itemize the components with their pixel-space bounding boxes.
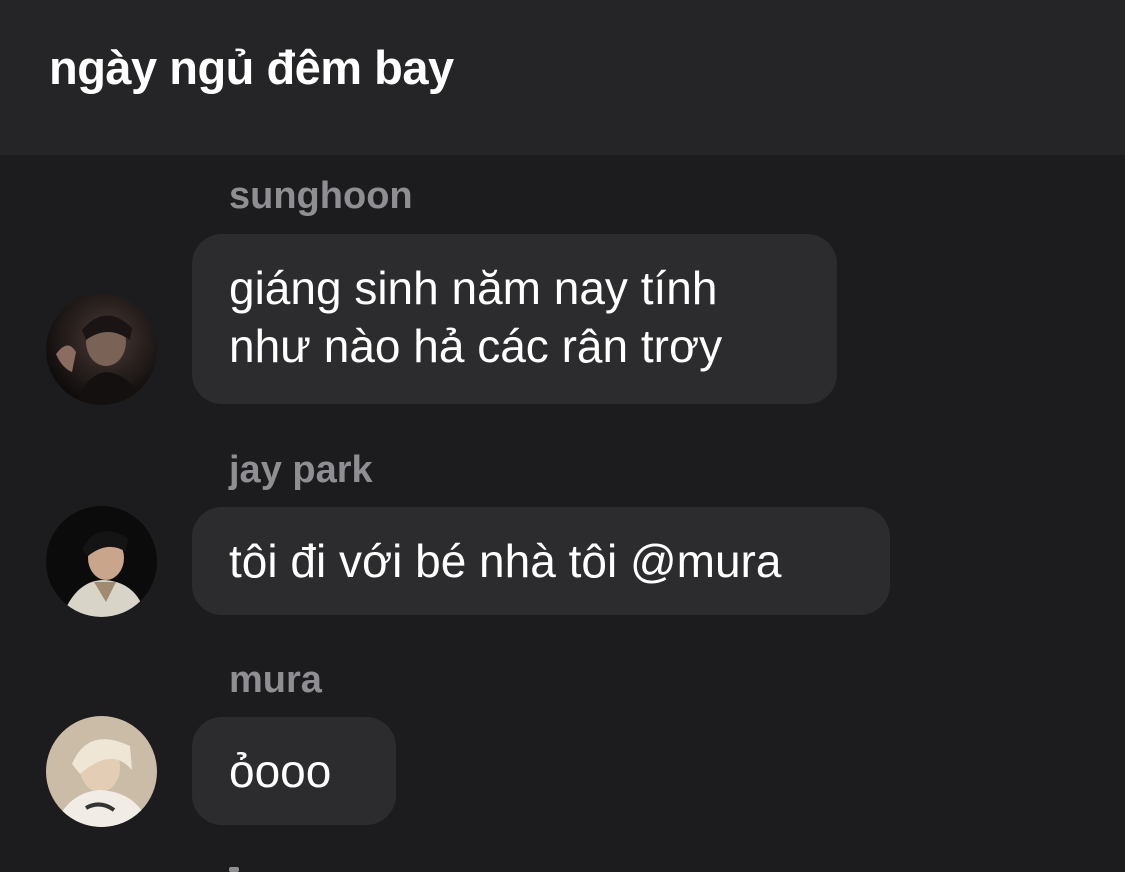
sender-name: sunghoon: [229, 175, 413, 217]
avatar[interactable]: [46, 294, 157, 405]
message-list[interactable]: sunghoon giáng sinh năm nay tính như nào…: [0, 155, 1125, 872]
avatar[interactable]: [46, 506, 157, 617]
profile-photo-sunghoon-icon: [46, 294, 157, 405]
message-bubble[interactable]: tôi đi với bé nhà tôi @mura: [192, 507, 890, 615]
message-line: ỏooo: [229, 745, 332, 797]
message-bubble[interactable]: ỏooo: [192, 717, 396, 825]
chat-window: ngày ngủ đêm bay sunghoon giáng sinh năm…: [0, 0, 1125, 872]
next-message-indicator: [229, 867, 239, 872]
sender-name: jay park: [229, 449, 373, 491]
message-line: giáng sinh năm nay tính: [229, 262, 718, 314]
profile-photo-jay-park-icon: [46, 506, 157, 617]
profile-photo-mura-icon: [46, 716, 157, 827]
chat-header: ngày ngủ đêm bay: [0, 0, 1125, 155]
avatar[interactable]: [46, 716, 157, 827]
message-bubble[interactable]: giáng sinh năm nay tính như nào hả các r…: [192, 234, 837, 404]
sender-name: mura: [229, 659, 322, 701]
message-line: như nào hả các rân trơy: [229, 320, 723, 372]
message-line: tôi đi với bé nhà tôi @mura: [229, 535, 782, 587]
chat-title[interactable]: ngày ngủ đêm bay: [49, 40, 454, 95]
